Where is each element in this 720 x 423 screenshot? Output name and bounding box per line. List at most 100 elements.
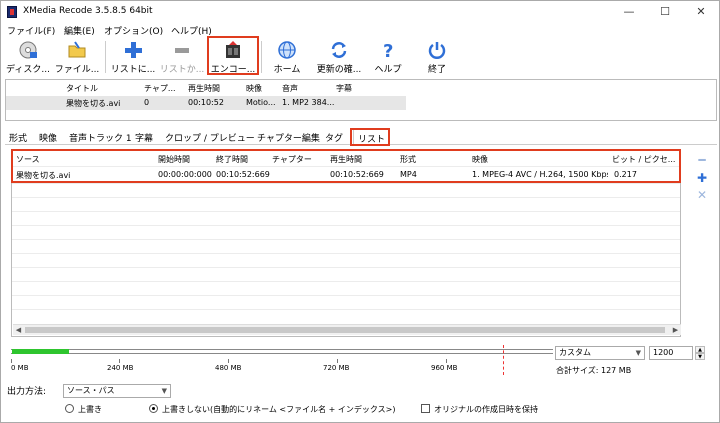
app-logo-icon (7, 6, 17, 18)
toolbar: ディスク... ファイル... リストに... リストか... エンコー... (1, 37, 719, 77)
no-overwrite-label: 上書きしない(自動的にリネーム <ファイル名 + インデックス>) (162, 405, 396, 414)
scrollbar-thumb[interactable] (25, 327, 665, 333)
table-row[interactable]: 果物を切る.avi 0 00:10:52 Motio... 1. MP2 384… (6, 96, 406, 110)
title-bar: XMedia Recode 3.5.8.5 64bit — ☐ ✕ (1, 1, 719, 23)
app-window: XMedia Recode 3.5.8.5 64bit — ☐ ✕ ファイル(F… (0, 0, 720, 423)
cell-video: Motio... (246, 98, 276, 107)
menu-bar: ファイル(F) 編集(E) オプション(O) ヘルプ(H) (1, 23, 719, 37)
column-duration[interactable]: 再生時間 (188, 83, 220, 94)
minimize-button[interactable]: — (611, 1, 647, 23)
encode-highlight (207, 36, 259, 75)
menu-options[interactable]: オプション(O) (104, 24, 163, 37)
tick-label: 0 MB (11, 364, 29, 372)
cell-chapters: 0 (144, 98, 150, 107)
keep-date-label: オリジナルの作成日時を保持 (434, 405, 538, 414)
cell-title: 果物を切る.avi (66, 99, 121, 108)
globe-icon (277, 40, 297, 60)
capacity-track (11, 349, 553, 354)
minus-icon (172, 40, 192, 60)
tick-mark (228, 359, 229, 363)
file-list-header: タイトル チャプ... 再生時間 映像 音声 字幕 (6, 81, 406, 95)
grid-line (12, 253, 680, 254)
add-to-list-label: リストに... (110, 65, 156, 75)
column-title[interactable]: タイトル (66, 83, 98, 94)
tick-mark (11, 359, 12, 363)
help-icon: ? (378, 40, 398, 62)
no-overwrite-radio[interactable] (149, 404, 158, 413)
svg-text:?: ? (383, 41, 393, 60)
tick-mark (446, 359, 447, 363)
open-file-button[interactable]: ファイル... (53, 39, 101, 75)
tick-label: 960 MB (431, 364, 458, 372)
horizontal-scrollbar[interactable]: ◀ ▶ (13, 324, 681, 335)
tab-audio-track[interactable]: 音声トラック 1 (69, 131, 132, 144)
check-updates-label: 更新の確... (316, 65, 362, 75)
column-video[interactable]: 映像 (246, 83, 262, 94)
grid-line (12, 225, 680, 226)
scroll-right-icon[interactable]: ▶ (670, 325, 681, 335)
tick-label: 720 MB (323, 364, 350, 372)
grid-line (12, 183, 680, 184)
tick-label: 480 MB (215, 364, 242, 372)
grid-line (12, 309, 680, 310)
job-row-highlight (11, 149, 681, 183)
tick-mark (119, 359, 120, 363)
grid-line (12, 211, 680, 212)
target-size-input[interactable]: 1200 (649, 346, 693, 360)
toolbar-separator (105, 41, 106, 73)
grid-line (12, 267, 680, 268)
grid-line (12, 281, 680, 282)
menu-file[interactable]: ファイル(F) (7, 24, 55, 37)
stepper-up-icon[interactable]: ▲ (695, 346, 705, 353)
target-size-select[interactable]: カスタム ▼ (555, 346, 645, 360)
add-to-list-button[interactable]: リストに... (109, 39, 157, 75)
column-audio[interactable]: 音声 (282, 83, 298, 94)
tab-tags[interactable]: タグ (325, 131, 343, 144)
target-size-stepper[interactable]: ▲ ▼ (695, 346, 705, 360)
tab-video[interactable]: 映像 (39, 131, 57, 144)
open-disc-button[interactable]: ディスク... (5, 39, 51, 75)
tab-chapter-edit[interactable]: チャプター編集 (257, 131, 320, 144)
home-button[interactable]: ホーム (265, 39, 309, 75)
disc-icon (18, 40, 38, 60)
plus-icon (123, 40, 143, 60)
file-list: タイトル チャプ... 再生時間 映像 音声 字幕 果物を切る.avi 0 00… (5, 79, 717, 121)
close-button[interactable]: ✕ (683, 1, 719, 23)
tab-crop-preview[interactable]: クロップ / プレビュー (165, 131, 255, 144)
tab-format[interactable]: 形式 (9, 131, 27, 144)
maximize-button[interactable]: ☐ (647, 1, 683, 23)
tab-subtitles[interactable]: 字幕 (135, 131, 153, 144)
capacity-fill (12, 349, 69, 354)
chevron-down-icon: ▼ (635, 349, 641, 357)
remove-job-button[interactable]: ━ (695, 153, 709, 167)
output-method-label: 出力方法: (7, 387, 47, 397)
output-method-value: ソース・パス (67, 386, 115, 395)
overwrite-radio[interactable] (65, 404, 74, 413)
open-file-label: ファイル... (54, 65, 100, 75)
scroll-left-icon[interactable]: ◀ (13, 325, 24, 335)
check-updates-button[interactable]: 更新の確... (311, 39, 367, 75)
help-button[interactable]: ? ヘルプ (369, 39, 407, 75)
grid-line (12, 295, 680, 296)
clear-jobs-button[interactable]: ✕ (695, 188, 709, 202)
list-tab-highlight (350, 128, 390, 146)
overwrite-label: 上書き (78, 405, 102, 414)
add-job-button[interactable]: ✚ (695, 171, 709, 185)
remove-from-list-label: リストか... (159, 65, 205, 75)
stepper-down-icon[interactable]: ▼ (695, 353, 705, 360)
cell-audio: 1. MP2 384... (282, 98, 335, 107)
menu-help[interactable]: ヘルプ(H) (171, 24, 212, 37)
column-chapters[interactable]: チャプ... (144, 83, 176, 94)
column-subtitles[interactable]: 字幕 (336, 83, 352, 94)
remove-from-list-button[interactable]: リストか... (159, 39, 205, 75)
tick-label: 240 MB (107, 364, 134, 372)
home-label: ホーム (273, 65, 301, 75)
folder-icon (67, 40, 87, 60)
toolbar-separator (261, 41, 262, 73)
cell-duration: 00:10:52 (188, 98, 224, 107)
exit-button[interactable]: 終了 (417, 39, 457, 75)
keep-date-checkbox[interactable] (421, 404, 430, 413)
menu-edit[interactable]: 編集(E) (64, 24, 95, 37)
capacity-bar (11, 345, 553, 375)
output-method-select[interactable]: ソース・パス ▼ (63, 384, 171, 398)
